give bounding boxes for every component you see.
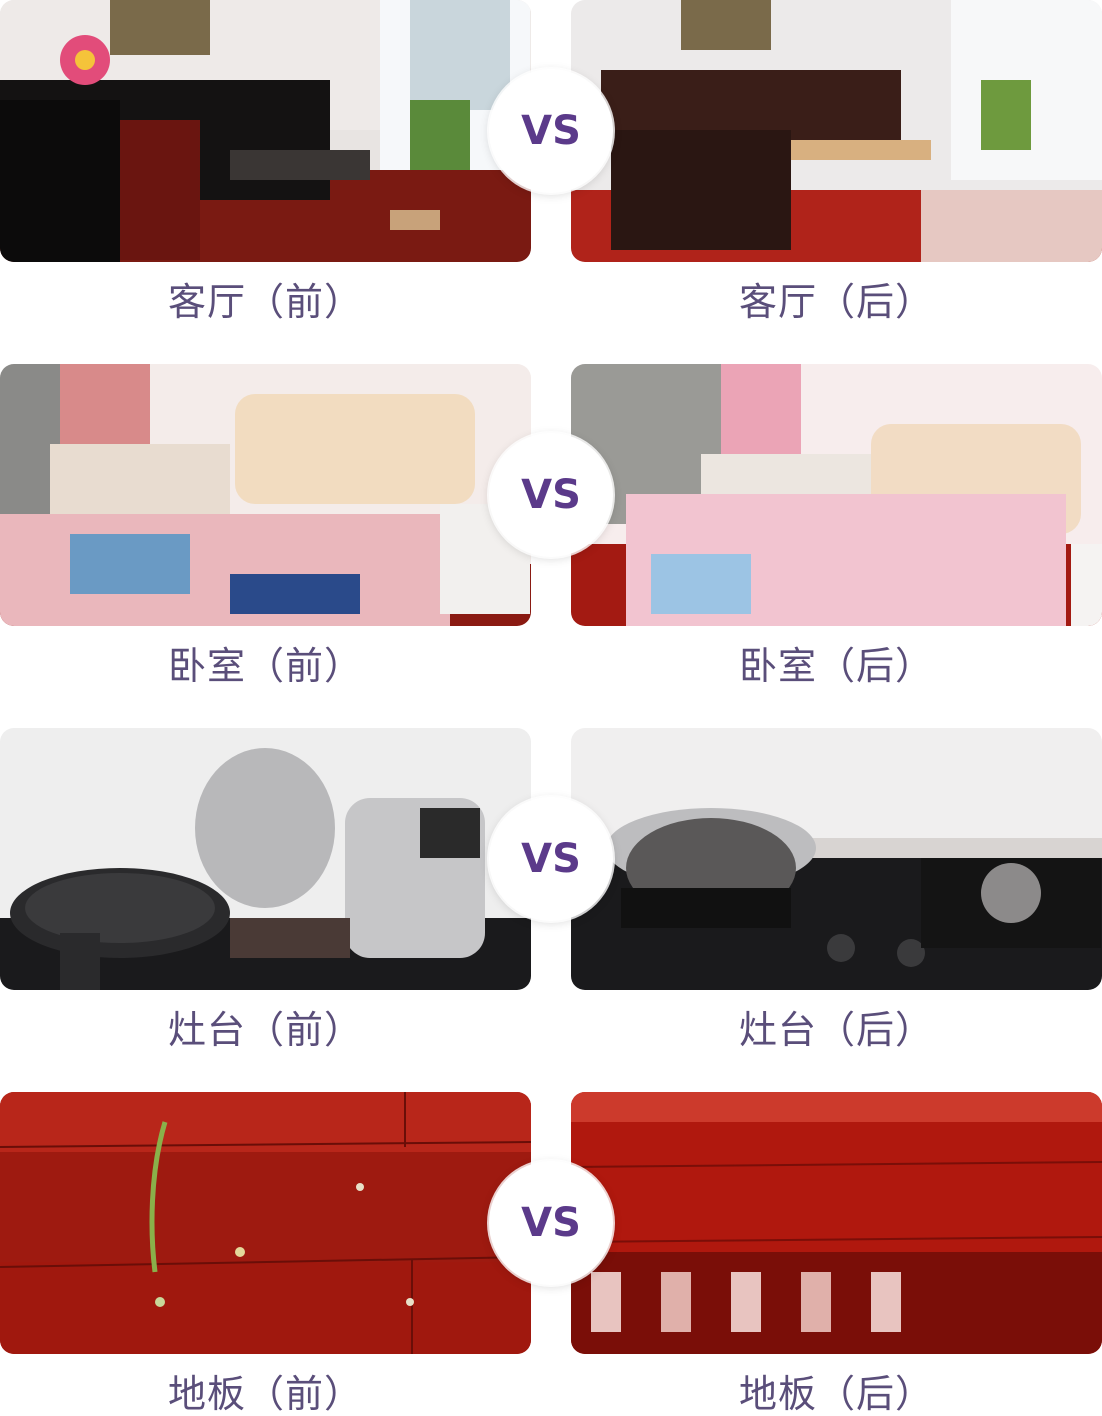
stove-after-photo: [571, 728, 1102, 990]
bedroom-before-photo: [0, 364, 531, 626]
comparison-row-bedroom: VS 卧室（前） 卧室（后）: [0, 364, 1102, 686]
floor-before-photo: [0, 1092, 531, 1354]
stove-before-caption: 灶台（前）: [167, 1008, 363, 1052]
living-room-after-photo: [571, 0, 1102, 262]
vs-badge: VS: [489, 433, 613, 557]
bedroom-after-photo: [571, 364, 1102, 626]
stove-after-caption: 灶台（后）: [738, 1008, 934, 1052]
floor-before-caption: 地板（前）: [167, 1372, 363, 1416]
bedroom-before-caption: 卧室（前）: [167, 644, 363, 688]
living-room-before-photo: [0, 0, 531, 262]
living-room-after-caption: 客厅（后）: [738, 280, 934, 324]
bedroom-after-caption: 卧室（后）: [738, 644, 934, 688]
vs-badge: VS: [489, 1161, 613, 1285]
comparison-row-floor: VS 地板（前） 地板（后）: [0, 1092, 1102, 1414]
vs-badge: VS: [489, 797, 613, 921]
floor-after-caption: 地板（后）: [738, 1372, 934, 1416]
stove-before-photo: [0, 728, 531, 990]
living-room-before-caption: 客厅（前）: [167, 280, 363, 324]
vs-badge: VS: [489, 69, 613, 193]
floor-after-photo: [571, 1092, 1102, 1354]
comparison-row-living-room: VS 客厅（前） 客厅（后）: [0, 0, 1102, 322]
comparison-row-stove: VS 灶台（前） 灶台（后）: [0, 728, 1102, 1050]
